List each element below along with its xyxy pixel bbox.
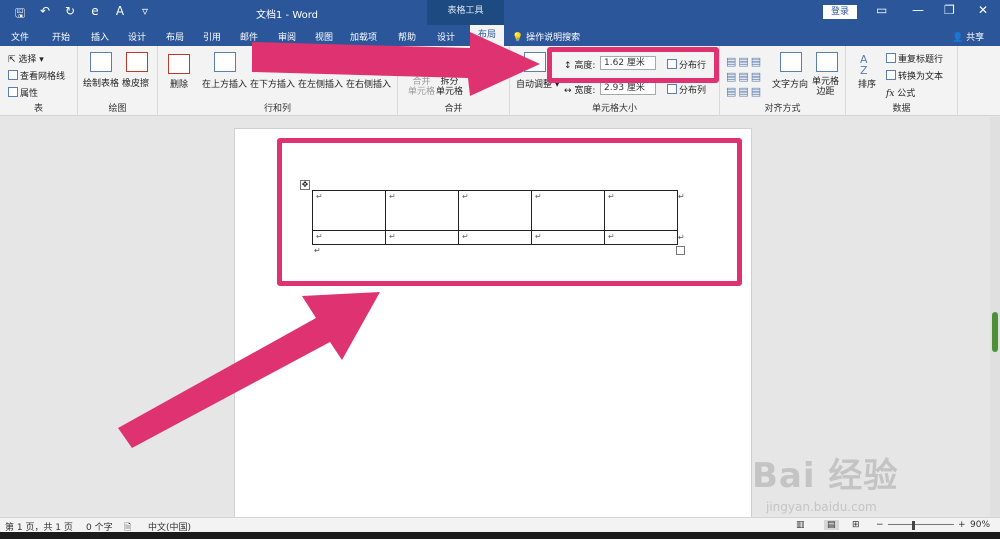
watermark-sub: jingyan.baidu.com	[766, 500, 877, 514]
zoom-slider-thumb[interactable]	[912, 521, 915, 530]
zoom-in-icon[interactable]: +	[958, 520, 966, 530]
read-mode-icon[interactable]: ▥	[796, 520, 805, 530]
zoom-level[interactable]: 90%	[970, 520, 990, 530]
watermark-main: Bai 经验	[752, 456, 899, 496]
taskbar-strip	[0, 532, 1000, 539]
baidu-watermark: Bai 经验 jingyan.baidu.com	[752, 430, 952, 520]
arrow-to-table	[118, 292, 380, 448]
zoom-slider[interactable]	[888, 524, 954, 525]
arrow-to-height	[252, 32, 540, 96]
status-bar: 第 1 页，共 1 页 0 个字 🗎 中文(中国) ▥ ▤ ⊞ − + 90%	[0, 517, 1000, 533]
web-layout-icon[interactable]: ⊞	[852, 520, 860, 530]
zoom-out-icon[interactable]: −	[876, 520, 884, 530]
print-layout-icon[interactable]: ▤	[824, 520, 839, 530]
